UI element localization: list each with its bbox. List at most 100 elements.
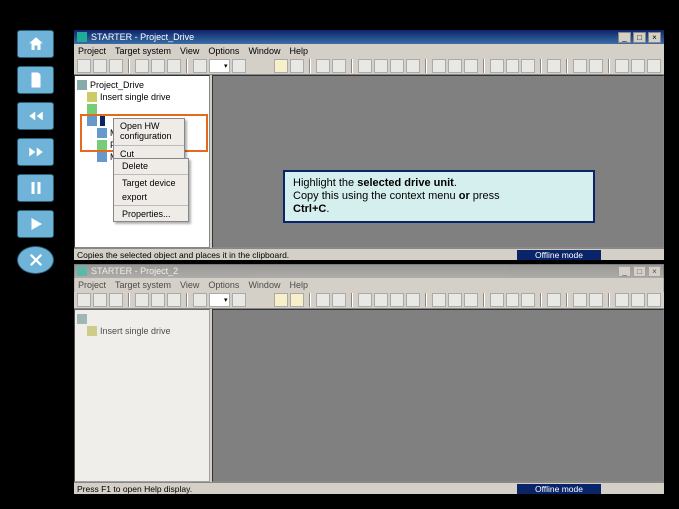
- tb2-t[interactable]: [490, 293, 504, 307]
- menu-target[interactable]: Target system: [115, 46, 171, 56]
- tb2-u[interactable]: [506, 293, 520, 307]
- tb2-c[interactable]: [109, 293, 123, 307]
- tb-open[interactable]: [93, 59, 107, 73]
- tb-v[interactable]: [647, 59, 661, 73]
- close-button[interactable]: [17, 246, 54, 274]
- titlebar[interactable]: STARTER - Project_Drive _ □ ×: [74, 30, 664, 44]
- menu-options[interactable]: Options: [208, 46, 239, 56]
- project-icon: [77, 80, 87, 90]
- maximize-button[interactable]: □: [633, 266, 646, 277]
- tb2-i[interactable]: [274, 293, 288, 307]
- tb2-p[interactable]: [406, 293, 420, 307]
- tb-b[interactable]: [232, 59, 246, 73]
- tb2-b[interactable]: [93, 293, 107, 307]
- menu-view[interactable]: View: [180, 46, 199, 56]
- tb-g[interactable]: [358, 59, 372, 73]
- drive-icon: [97, 152, 107, 162]
- tb-save[interactable]: [109, 59, 123, 73]
- tb2-d[interactable]: [135, 293, 149, 307]
- tb-dropdown[interactable]: [209, 59, 231, 73]
- tree-panel-2[interactable]: Insert single drive: [74, 309, 210, 482]
- ctx-open[interactable]: Open HW configuration: [114, 119, 184, 144]
- tb2-j[interactable]: [290, 293, 304, 307]
- menu-help[interactable]: Help: [289, 280, 308, 290]
- tb-p[interactable]: [521, 59, 535, 73]
- tb2-x[interactable]: [573, 293, 587, 307]
- tb-j[interactable]: [406, 59, 420, 73]
- canvas-area: Highlight the selected drive unit. Copy …: [212, 75, 664, 248]
- menu-help[interactable]: Help: [289, 46, 308, 56]
- tb2-f[interactable]: [167, 293, 181, 307]
- tb-m[interactable]: [464, 59, 478, 73]
- menu-project[interactable]: Project: [78, 280, 106, 290]
- tb-n[interactable]: [490, 59, 504, 73]
- menu-project[interactable]: Project: [78, 46, 106, 56]
- tb-t[interactable]: [615, 59, 629, 73]
- tb-h[interactable]: [374, 59, 388, 73]
- window-title: STARTER - Project_Drive: [91, 32, 194, 42]
- menu-window[interactable]: Window: [248, 46, 280, 56]
- tb-u[interactable]: [631, 59, 645, 73]
- close-window-button[interactable]: ×: [648, 32, 661, 43]
- menu-target[interactable]: Target system: [115, 280, 171, 290]
- tb2-y[interactable]: [589, 293, 603, 307]
- tree-panel[interactable]: Project_Drive Insert single drive MIC Pu…: [74, 75, 210, 248]
- tree-item-1: [100, 116, 105, 126]
- tb-f[interactable]: [332, 59, 346, 73]
- menu-options[interactable]: Options: [208, 280, 239, 290]
- tb-e[interactable]: [316, 59, 330, 73]
- tb2-h[interactable]: [232, 293, 246, 307]
- tb2-r[interactable]: [448, 293, 462, 307]
- tb2-s[interactable]: [464, 293, 478, 307]
- tb-s[interactable]: [589, 59, 603, 73]
- ctx-props[interactable]: Properties...: [114, 207, 188, 221]
- tb2-k[interactable]: [316, 293, 330, 307]
- tb-l[interactable]: [448, 59, 462, 73]
- tb-o[interactable]: [506, 59, 520, 73]
- next-button[interactable]: [17, 138, 54, 166]
- tb2-e[interactable]: [151, 293, 165, 307]
- tb2-drop[interactable]: [209, 293, 231, 307]
- tb2-m[interactable]: [358, 293, 372, 307]
- tb-k[interactable]: [432, 59, 446, 73]
- ctx-target[interactable]: Target device: [114, 176, 188, 190]
- tb2-w[interactable]: [547, 293, 561, 307]
- tb-new[interactable]: [77, 59, 91, 73]
- prev-button[interactable]: [17, 102, 54, 130]
- close-window-button[interactable]: ×: [648, 266, 661, 277]
- tb2-z[interactable]: [615, 293, 629, 307]
- tb-i[interactable]: [390, 59, 404, 73]
- tree2-insert[interactable]: Insert single drive: [100, 326, 171, 336]
- tb2-o[interactable]: [390, 293, 404, 307]
- minimize-button[interactable]: _: [618, 32, 631, 43]
- maximize-button[interactable]: □: [633, 32, 646, 43]
- tb2-a[interactable]: [77, 293, 91, 307]
- tb2-v[interactable]: [521, 293, 535, 307]
- minimize-button[interactable]: _: [618, 266, 631, 277]
- tb-cut[interactable]: [135, 59, 149, 73]
- tb-a[interactable]: [193, 59, 207, 73]
- tb2-z2[interactable]: [631, 293, 645, 307]
- tb2-g[interactable]: [193, 293, 207, 307]
- menu-view[interactable]: View: [180, 280, 199, 290]
- tb2-z3[interactable]: [647, 293, 661, 307]
- tb-q[interactable]: [547, 59, 561, 73]
- tree-insert[interactable]: Insert single drive: [100, 92, 171, 102]
- tb-paste[interactable]: [167, 59, 181, 73]
- tb-d[interactable]: [290, 59, 304, 73]
- titlebar-inactive[interactable]: STARTER - Project_2 _ □ ×: [74, 264, 664, 278]
- menu-window[interactable]: Window: [248, 280, 280, 290]
- tb2-n[interactable]: [374, 293, 388, 307]
- home-button[interactable]: [17, 30, 54, 58]
- tb2-q[interactable]: [432, 293, 446, 307]
- tb-r[interactable]: [573, 59, 587, 73]
- ctx-delete[interactable]: Delete: [114, 159, 188, 173]
- tb2-l[interactable]: [332, 293, 346, 307]
- tb-c[interactable]: [274, 59, 288, 73]
- tb-copy[interactable]: [151, 59, 165, 73]
- play-button[interactable]: [17, 210, 54, 238]
- pause-button[interactable]: [17, 174, 54, 202]
- tree-root[interactable]: Project_Drive: [90, 80, 144, 90]
- ctx-export[interactable]: export: [114, 190, 188, 204]
- doc-button[interactable]: [17, 66, 54, 94]
